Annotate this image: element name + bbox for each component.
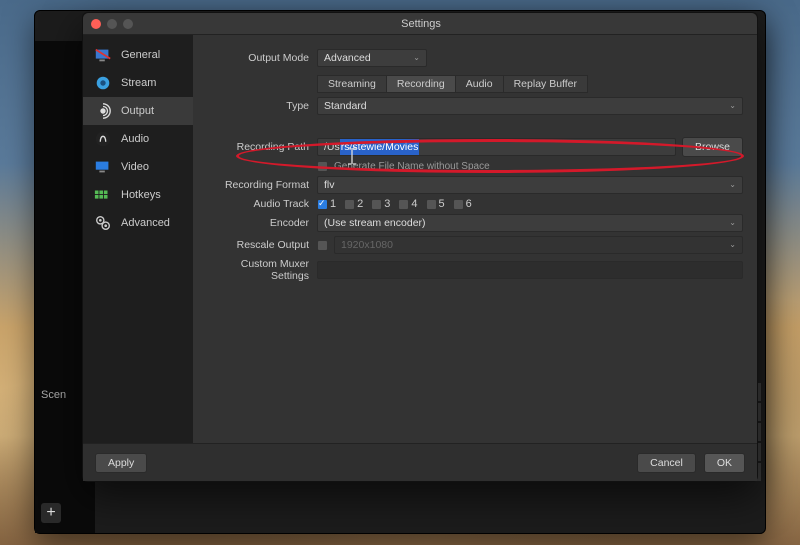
audio-track-1-checkbox[interactable]	[317, 199, 328, 210]
browse-button[interactable]: Browse	[682, 137, 743, 157]
output-mode-select[interactable]: Advanced ⌄	[317, 49, 427, 67]
recording-format-select[interactable]: flv ⌄	[317, 176, 743, 194]
bg-scenes-label: Scen	[41, 389, 66, 401]
type-label: Type	[207, 100, 317, 112]
tab-replay-buffer[interactable]: Replay Buffer	[504, 75, 588, 93]
encoder-value: (Use stream encoder)	[324, 215, 426, 231]
settings-sidebar: General Stream Output Audio	[83, 35, 193, 443]
muxer-label: Custom Muxer Settings	[207, 258, 317, 282]
recording-format-label: Recording Format	[207, 179, 317, 191]
sidebar-item-label: Output	[121, 105, 154, 117]
settings-footer: Apply Cancel OK	[83, 443, 757, 481]
encoder-select[interactable]: (Use stream encoder) ⌄	[317, 214, 743, 232]
path-prefix: /Us	[324, 139, 340, 155]
chevron-down-icon: ⌄	[729, 215, 736, 231]
sidebar-item-video[interactable]: Video	[83, 153, 193, 181]
settings-window: Settings General Stream Output	[82, 12, 758, 482]
rescale-checkbox[interactable]	[317, 240, 328, 251]
audio-icon	[93, 130, 113, 148]
sidebar-item-general[interactable]: General	[83, 41, 193, 69]
sidebar-item-label: Stream	[121, 77, 156, 89]
sidebar-item-label: Hotkeys	[121, 189, 161, 201]
chevron-down-icon: ⌄	[729, 177, 736, 193]
sidebar-item-label: General	[121, 49, 160, 61]
gear-icon	[93, 214, 113, 232]
sidebar-item-audio[interactable]: Audio	[83, 125, 193, 153]
tab-streaming[interactable]: Streaming	[317, 75, 387, 93]
titlebar: Settings	[83, 13, 757, 35]
sidebar-item-label: Advanced	[121, 217, 170, 229]
audio-track-5-checkbox[interactable]	[426, 199, 437, 210]
window-title: Settings	[93, 18, 749, 30]
output-icon	[93, 102, 113, 120]
general-icon	[93, 46, 113, 64]
video-icon	[93, 158, 113, 176]
recording-format-value: flv	[324, 177, 335, 193]
hotkeys-icon	[93, 186, 113, 204]
type-select[interactable]: Standard ⌄	[317, 97, 743, 115]
chevron-down-icon: ⌄	[413, 50, 420, 66]
path-selection: rs/stewie/Movies	[340, 139, 420, 155]
apply-button[interactable]: Apply	[95, 453, 147, 473]
rescale-value: 1920x1080	[341, 237, 393, 253]
cancel-button[interactable]: Cancel	[637, 453, 696, 473]
encoder-label: Encoder	[207, 217, 317, 229]
audio-track-2-checkbox[interactable]	[344, 199, 355, 210]
filename-no-space-label: Generate File Name without Space	[334, 161, 490, 172]
audio-track-label: Audio Track	[207, 198, 317, 210]
type-value: Standard	[324, 98, 367, 114]
muxer-input[interactable]	[317, 261, 743, 279]
sidebar-item-hotkeys[interactable]: Hotkeys	[83, 181, 193, 209]
bg-add-button[interactable]: +	[41, 503, 61, 523]
stream-icon	[93, 74, 113, 92]
settings-main-panel: Output Mode Advanced ⌄ Streaming Recordi…	[193, 35, 757, 443]
sidebar-item-label: Audio	[121, 133, 149, 145]
tab-audio[interactable]: Audio	[456, 75, 504, 93]
output-mode-value: Advanced	[324, 50, 371, 66]
tab-recording[interactable]: Recording	[387, 75, 456, 93]
sidebar-item-stream[interactable]: Stream	[83, 69, 193, 97]
ok-button[interactable]: OK	[704, 453, 745, 473]
audio-track-4-checkbox[interactable]	[398, 199, 409, 210]
audio-track-3-checkbox[interactable]	[371, 199, 382, 210]
sidebar-item-label: Video	[121, 161, 149, 173]
recording-path-label: Recording Path	[207, 141, 317, 153]
sidebar-item-advanced[interactable]: Advanced	[83, 209, 193, 237]
output-mode-label: Output Mode	[207, 52, 317, 64]
filename-no-space-checkbox[interactable]	[317, 161, 328, 172]
rescale-select: 1920x1080 ⌄	[334, 236, 743, 254]
chevron-down-icon: ⌄	[729, 98, 736, 114]
recording-path-input[interactable]: /Usrs/stewie/Movies	[317, 138, 676, 156]
chevron-down-icon: ⌄	[729, 237, 736, 253]
audio-track-6-checkbox[interactable]	[453, 199, 464, 210]
rescale-label: Rescale Output	[207, 239, 317, 251]
sidebar-item-output[interactable]: Output	[83, 97, 193, 125]
